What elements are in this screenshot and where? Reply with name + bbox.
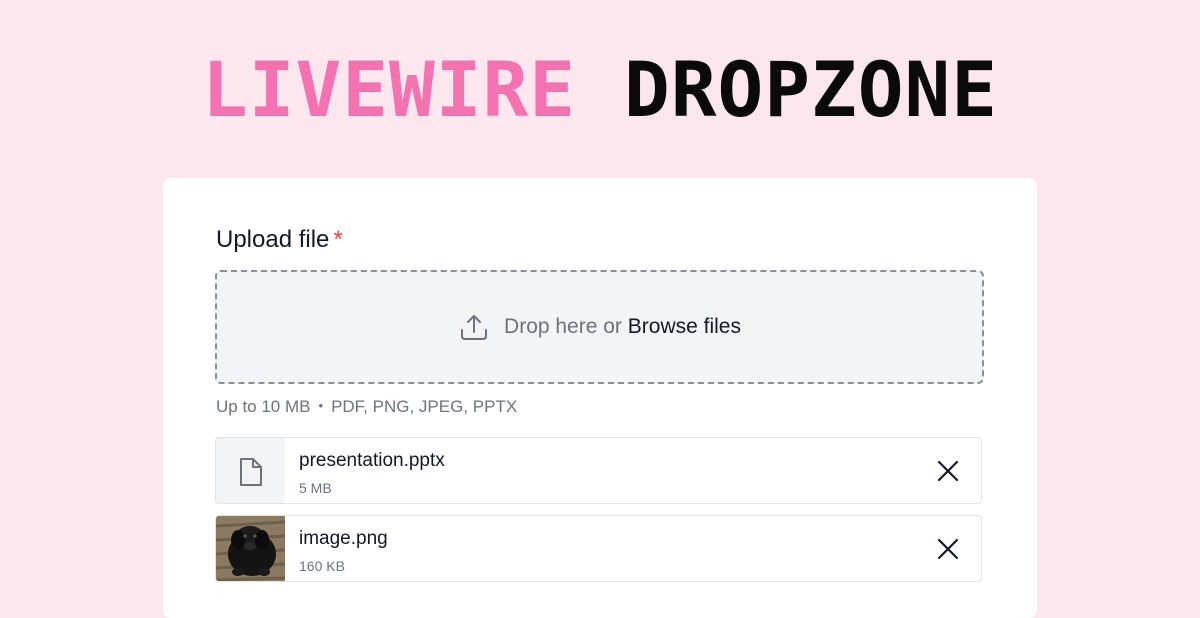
upload-field-label: Upload file * [216, 226, 343, 254]
remove-file-button[interactable] [935, 458, 961, 484]
upload-hint: Up to 10 MB • PDF, PNG, JPEG, PPTX [216, 397, 517, 417]
file-name: image.png [299, 528, 388, 549]
file-name: presentation.pptx [299, 450, 445, 471]
required-asterisk: * [333, 226, 343, 253]
drop-here-text: Drop here or [504, 315, 622, 338]
file-list-item: presentation.pptx 5 MB [215, 437, 982, 504]
file-icon [216, 438, 285, 503]
hint-separator: • [318, 398, 324, 413]
close-icon [937, 460, 959, 482]
remove-file-button[interactable] [935, 536, 961, 562]
close-icon [937, 538, 959, 560]
hint-size-limit: Up to 10 MB [216, 397, 311, 416]
file-size: 160 KB [299, 558, 345, 574]
upload-card: Upload file * Drop here or Browse files U… [163, 178, 1037, 618]
upload-label-text: Upload file [216, 226, 330, 253]
image-thumbnail [216, 516, 285, 581]
file-list-item: image.png 160 KB [215, 515, 982, 582]
title-livewire: LIVEWIRE [201, 45, 576, 134]
dropzone-area[interactable]: Drop here or Browse files [215, 270, 984, 384]
file-size: 5 MB [299, 480, 332, 496]
browse-files-link[interactable]: Browse files [628, 315, 741, 338]
upload-icon [458, 311, 490, 343]
page-title: LIVEWIRE DROPZONE [0, 48, 1200, 132]
title-dropzone: DROPZONE [624, 45, 999, 134]
dropzone-text: Drop here or Browse files [504, 315, 741, 339]
hint-file-types: PDF, PNG, JPEG, PPTX [331, 397, 518, 416]
